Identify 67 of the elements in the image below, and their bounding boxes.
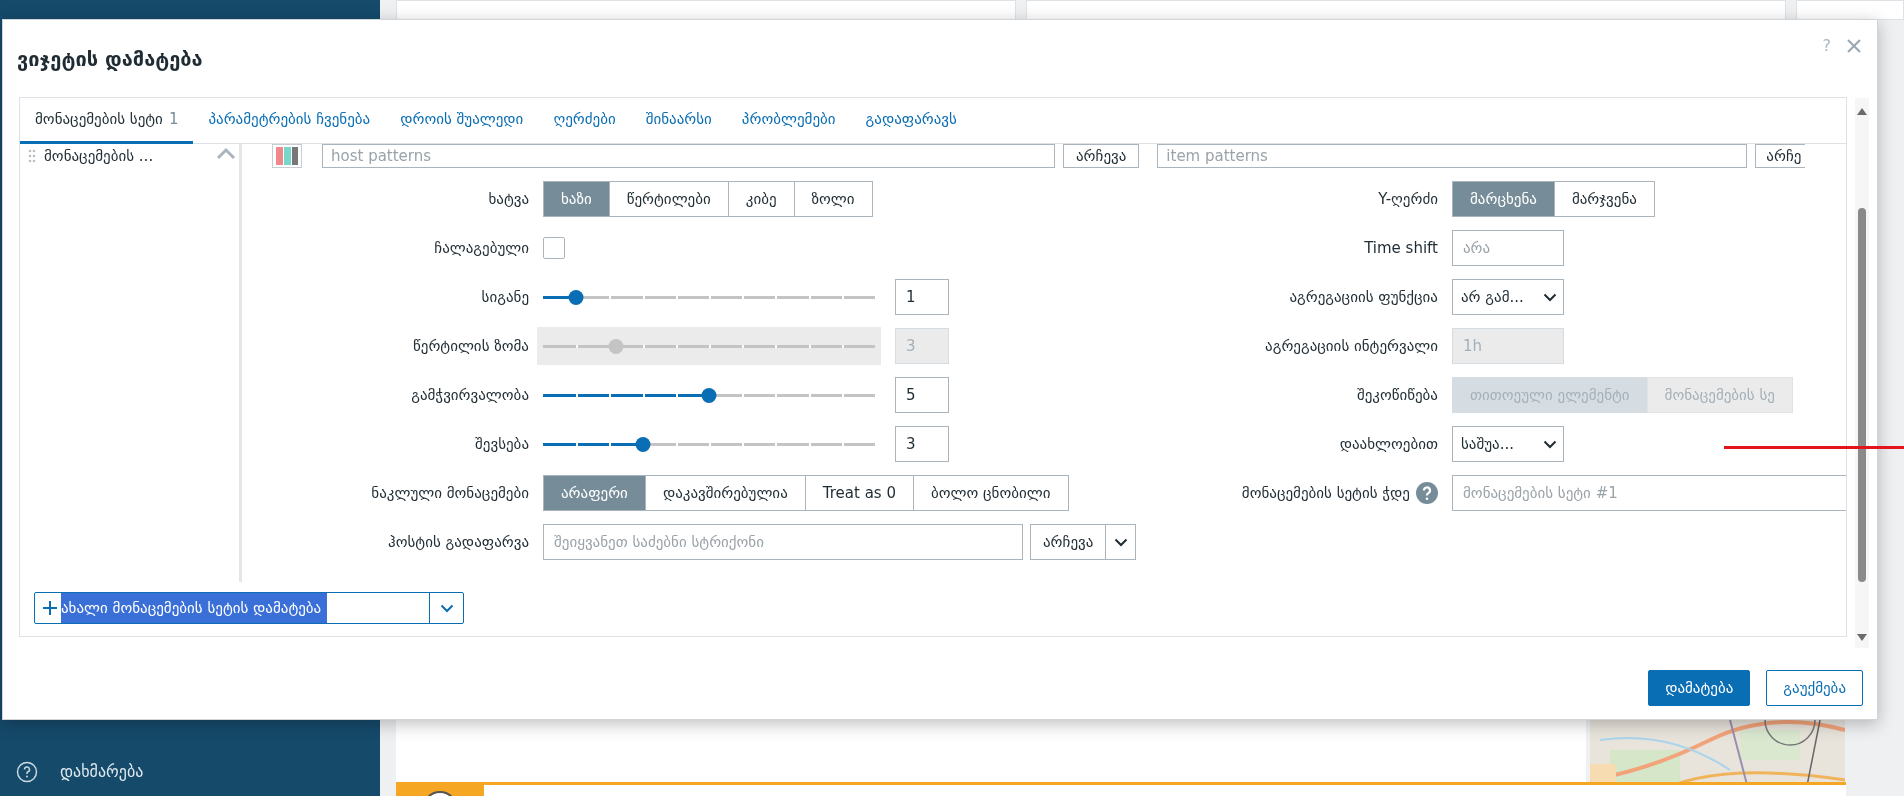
tab[interactable]: ღერძები: [538, 98, 631, 144]
help-icon[interactable]: [1416, 482, 1438, 504]
help-circle-icon[interactable]: [16, 761, 38, 783]
slider-thumb[interactable]: [701, 387, 717, 403]
number-field[interactable]: 3: [895, 426, 949, 462]
text-field[interactable]: არა: [1452, 230, 1564, 266]
tab[interactable]: შინაარსი: [630, 98, 727, 144]
select-field[interactable]: საშუა...: [1452, 426, 1564, 462]
cancel-button[interactable]: გაუქმება: [1766, 670, 1863, 706]
tab[interactable]: გადაფარავს: [850, 98, 972, 144]
dataset-item[interactable]: მონაცემების ...: [44, 144, 154, 168]
field-label: მონაცემების სეტის ჭდე: [1241, 482, 1410, 504]
field-label: აგრეგაციის ინტერვალი: [1265, 335, 1438, 357]
tab[interactable]: მონაცემების სეტი 1: [20, 98, 194, 144]
field-label: Time shift: [1364, 237, 1438, 259]
select-button[interactable]: არჩე: [1755, 144, 1806, 168]
field-label: ჰოსტის გადაფარვა: [388, 531, 529, 553]
segment-option[interactable]: მარჯვენა: [1553, 181, 1655, 217]
field-label: ნაკლული მონაცემები: [371, 482, 529, 504]
scroll-up-icon[interactable]: [1857, 108, 1867, 115]
field-label: ხატვა: [488, 188, 529, 210]
primary-button[interactable]: დამატება: [1648, 670, 1751, 706]
segment-option[interactable]: Treat as 0: [804, 475, 914, 511]
field-label: აგრეგაციის ფუნქცია: [1289, 286, 1438, 308]
field-label: დაახლოებით: [1339, 433, 1438, 455]
scrollbar[interactable]: [1855, 98, 1869, 648]
segment-option[interactable]: კიბე: [727, 181, 795, 217]
host-pattern-field[interactable]: host patterns: [322, 144, 1055, 168]
dialog-title: ვიჯეტის დამატება: [17, 45, 204, 73]
slider-thumb[interactable]: [635, 436, 651, 452]
sidebar-item[interactable]: დახმარება: [60, 760, 144, 784]
color-swatch-icon[interactable]: [272, 144, 302, 168]
tab[interactable]: დროის შუალედი: [385, 98, 539, 144]
select-field[interactable]: არ გამ...: [1452, 279, 1564, 315]
plus-icon: [43, 601, 57, 615]
chevron-down-icon: [1113, 537, 1128, 547]
chevron-down-icon: [439, 603, 454, 613]
text-field[interactable]: მონაცემების სეტი #1: [1452, 475, 1846, 511]
segment-option[interactable]: წერტილები: [608, 181, 729, 217]
chevron-down-icon: [1543, 439, 1557, 449]
field-label: სიგანე: [481, 286, 529, 308]
item-pattern-field[interactable]: item patterns: [1157, 144, 1748, 168]
field-label: ჩალაგებული: [434, 237, 529, 259]
field-label: შევსება: [475, 433, 529, 455]
tab[interactable]: პარამეტრების ჩვენება: [193, 98, 386, 144]
field-label: გამჭვირვალობა: [411, 384, 529, 406]
segment-option[interactable]: ბოლო ცნობილი: [912, 475, 1069, 511]
select-button[interactable]: არჩევა: [1063, 144, 1140, 168]
field-label: წერტილის ზომა: [413, 335, 529, 357]
scroll-down-icon[interactable]: [1857, 634, 1867, 641]
slider-thumb[interactable]: [568, 289, 584, 305]
chevron-down-icon: [1543, 292, 1557, 302]
field-label: შეკოწიწება: [1356, 384, 1438, 406]
tab[interactable]: პრობლემები: [726, 98, 851, 144]
segment-option[interactable]: დაკავშირებულია: [644, 475, 806, 511]
slider-track[interactable]: [537, 327, 881, 365]
dropdown-button[interactable]: [1106, 524, 1137, 560]
number-field[interactable]: 5: [895, 377, 949, 413]
checkbox[interactable]: [543, 237, 565, 259]
number-field[interactable]: 1: [895, 279, 949, 315]
segment-option[interactable]: ზოლი: [793, 181, 873, 217]
search-field[interactable]: შეიყვანეთ საძებნი სტრიქონი: [543, 524, 1023, 560]
close-icon[interactable]: [1847, 39, 1861, 53]
field-label: Y-ღერძი: [1378, 188, 1438, 210]
select-button[interactable]: არჩევა: [1030, 524, 1107, 560]
scrollbar-thumb[interactable]: [1858, 208, 1866, 582]
drag-handle-icon[interactable]: [28, 149, 36, 163]
